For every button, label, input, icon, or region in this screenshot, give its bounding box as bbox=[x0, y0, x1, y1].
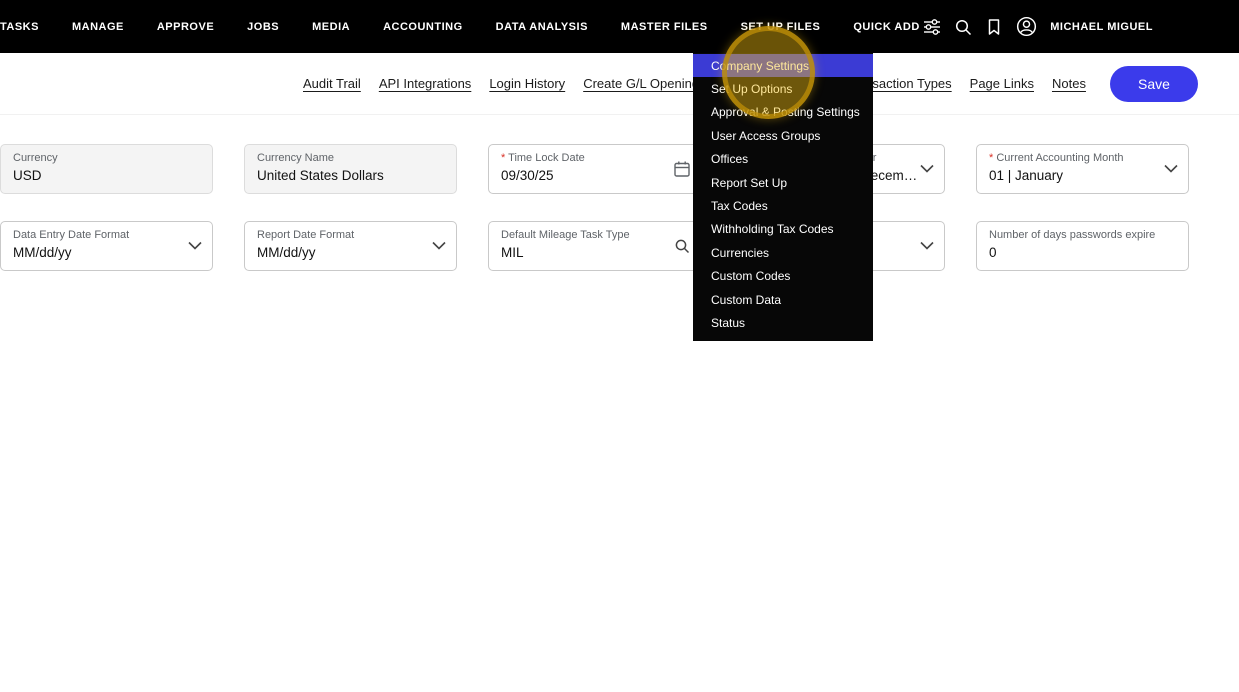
report-date-format-field[interactable]: Report Date Format MM/dd/yy bbox=[244, 221, 457, 271]
nav-item-manage[interactable]: MANAGE bbox=[72, 21, 124, 33]
menu-item-set-up-options[interactable]: Set Up Options bbox=[693, 77, 873, 100]
chevron-down-icon[interactable] bbox=[920, 241, 934, 251]
current-accounting-month-value: 01 | January bbox=[989, 168, 1064, 183]
menu-item-tax-codes[interactable]: Tax Codes bbox=[693, 194, 873, 217]
set-up-files-dropdown-menu: Company Settings Set Up Options Approval… bbox=[693, 53, 873, 341]
chevron-down-icon[interactable] bbox=[188, 241, 202, 251]
chevron-down-icon[interactable] bbox=[432, 241, 446, 251]
current-accounting-month-label: Current Accounting Month bbox=[989, 152, 1176, 164]
settings-subnav: Audit Trail API Integrations Login Histo… bbox=[0, 53, 1239, 115]
time-lock-date-value: 09/30/25 bbox=[501, 168, 554, 183]
nav-item-tasks[interactable]: TASKS bbox=[0, 21, 39, 33]
nav-item-quick-add[interactable]: QUICK ADD bbox=[853, 21, 919, 33]
default-mileage-task-type-value: MIL bbox=[501, 245, 524, 260]
currency-label: Currency bbox=[13, 152, 58, 164]
search-icon[interactable] bbox=[674, 238, 690, 254]
calendar-icon[interactable] bbox=[674, 161, 690, 178]
chevron-down-icon[interactable] bbox=[1164, 164, 1178, 174]
menu-item-user-access-groups[interactable]: User Access Groups bbox=[693, 124, 873, 147]
nav-item-data-analysis[interactable]: DATA ANALYSIS bbox=[496, 21, 588, 33]
tab-api-integrations[interactable]: API Integrations bbox=[379, 76, 472, 91]
search-icon[interactable] bbox=[954, 18, 972, 36]
menu-item-withholding-tax-codes[interactable]: Withholding Tax Codes bbox=[693, 218, 873, 241]
currency-name-label: Currency Name bbox=[257, 152, 335, 164]
nav-item-jobs[interactable]: JOBS bbox=[247, 21, 279, 33]
topbar-right-group: MICHAEL MIGUEL bbox=[923, 16, 1239, 37]
nav-item-accounting[interactable]: ACCOUNTING bbox=[383, 21, 463, 33]
tab-page-links[interactable]: Page Links bbox=[970, 76, 1034, 91]
company-settings-form: Currency USD Currency Name United States… bbox=[0, 144, 1189, 298]
main-nav: TASKS MANAGE APPROVE JOBS MEDIA ACCOUNTI… bbox=[0, 21, 920, 33]
report-date-format-value: MM/dd/yy bbox=[257, 245, 316, 260]
user-name[interactable]: MICHAEL MIGUEL bbox=[1050, 21, 1153, 33]
default-mileage-task-type-label: Default Mileage Task Type bbox=[501, 229, 630, 241]
menu-item-custom-data[interactable]: Custom Data bbox=[693, 288, 873, 311]
currency-field: Currency USD bbox=[0, 144, 213, 194]
time-lock-date-field[interactable]: Time Lock Date 09/30/25 bbox=[488, 144, 701, 194]
chevron-down-icon[interactable] bbox=[920, 164, 934, 174]
currency-value: USD bbox=[13, 168, 42, 183]
time-lock-date-label: Time Lock Date bbox=[501, 152, 688, 164]
tab-notes[interactable]: Notes bbox=[1052, 76, 1086, 91]
save-button[interactable]: Save bbox=[1110, 65, 1198, 102]
data-entry-date-format-label: Data Entry Date Format bbox=[13, 229, 130, 241]
menu-item-report-set-up[interactable]: Report Set Up bbox=[693, 171, 873, 194]
default-mileage-task-type-field[interactable]: Default Mileage Task Type MIL bbox=[488, 221, 701, 271]
data-entry-date-format-field[interactable]: Data Entry Date Format MM/dd/yy bbox=[0, 221, 213, 271]
menu-item-company-settings[interactable]: Company Settings bbox=[693, 54, 873, 78]
nav-item-master-files[interactable]: MASTER FILES bbox=[621, 21, 708, 33]
form-row-1: Currency USD Currency Name United States… bbox=[0, 144, 1189, 194]
menu-item-offices[interactable]: Offices bbox=[693, 148, 873, 171]
menu-item-approval-posting-settings[interactable]: Approval & Posting Settings bbox=[693, 101, 873, 124]
menu-item-currencies[interactable]: Currencies bbox=[693, 241, 873, 264]
currency-name-field: Currency Name United States Dollars bbox=[244, 144, 457, 194]
password-expire-days-field[interactable]: Number of days passwords expire 0 bbox=[976, 221, 1189, 271]
menu-item-custom-codes[interactable]: Custom Codes bbox=[693, 265, 873, 288]
password-expire-days-label: Number of days passwords expire bbox=[989, 229, 1156, 241]
current-accounting-month-field[interactable]: Current Accounting Month 01 | January bbox=[976, 144, 1189, 194]
avatar-icon[interactable] bbox=[1016, 16, 1037, 37]
tune-icon[interactable] bbox=[923, 18, 941, 36]
form-row-2: Data Entry Date Format MM/dd/yy Report D… bbox=[0, 221, 1189, 271]
nav-item-approve[interactable]: APPROVE bbox=[157, 21, 214, 33]
password-expire-days-value: 0 bbox=[989, 245, 997, 260]
menu-item-status[interactable]: Status bbox=[693, 311, 873, 334]
tab-audit-trail[interactable]: Audit Trail bbox=[303, 76, 361, 91]
report-date-format-label: Report Date Format bbox=[257, 229, 355, 241]
nav-item-media[interactable]: MEDIA bbox=[312, 21, 350, 33]
bookmark-icon[interactable] bbox=[985, 18, 1003, 36]
data-entry-date-format-value: MM/dd/yy bbox=[13, 245, 72, 260]
top-navigation-bar: TASKS MANAGE APPROVE JOBS MEDIA ACCOUNTI… bbox=[0, 0, 1239, 53]
nav-item-set-up-files[interactable]: SET UP FILES bbox=[741, 21, 821, 33]
currency-name-value: United States Dollars bbox=[257, 168, 384, 183]
tab-login-history[interactable]: Login History bbox=[489, 76, 565, 91]
